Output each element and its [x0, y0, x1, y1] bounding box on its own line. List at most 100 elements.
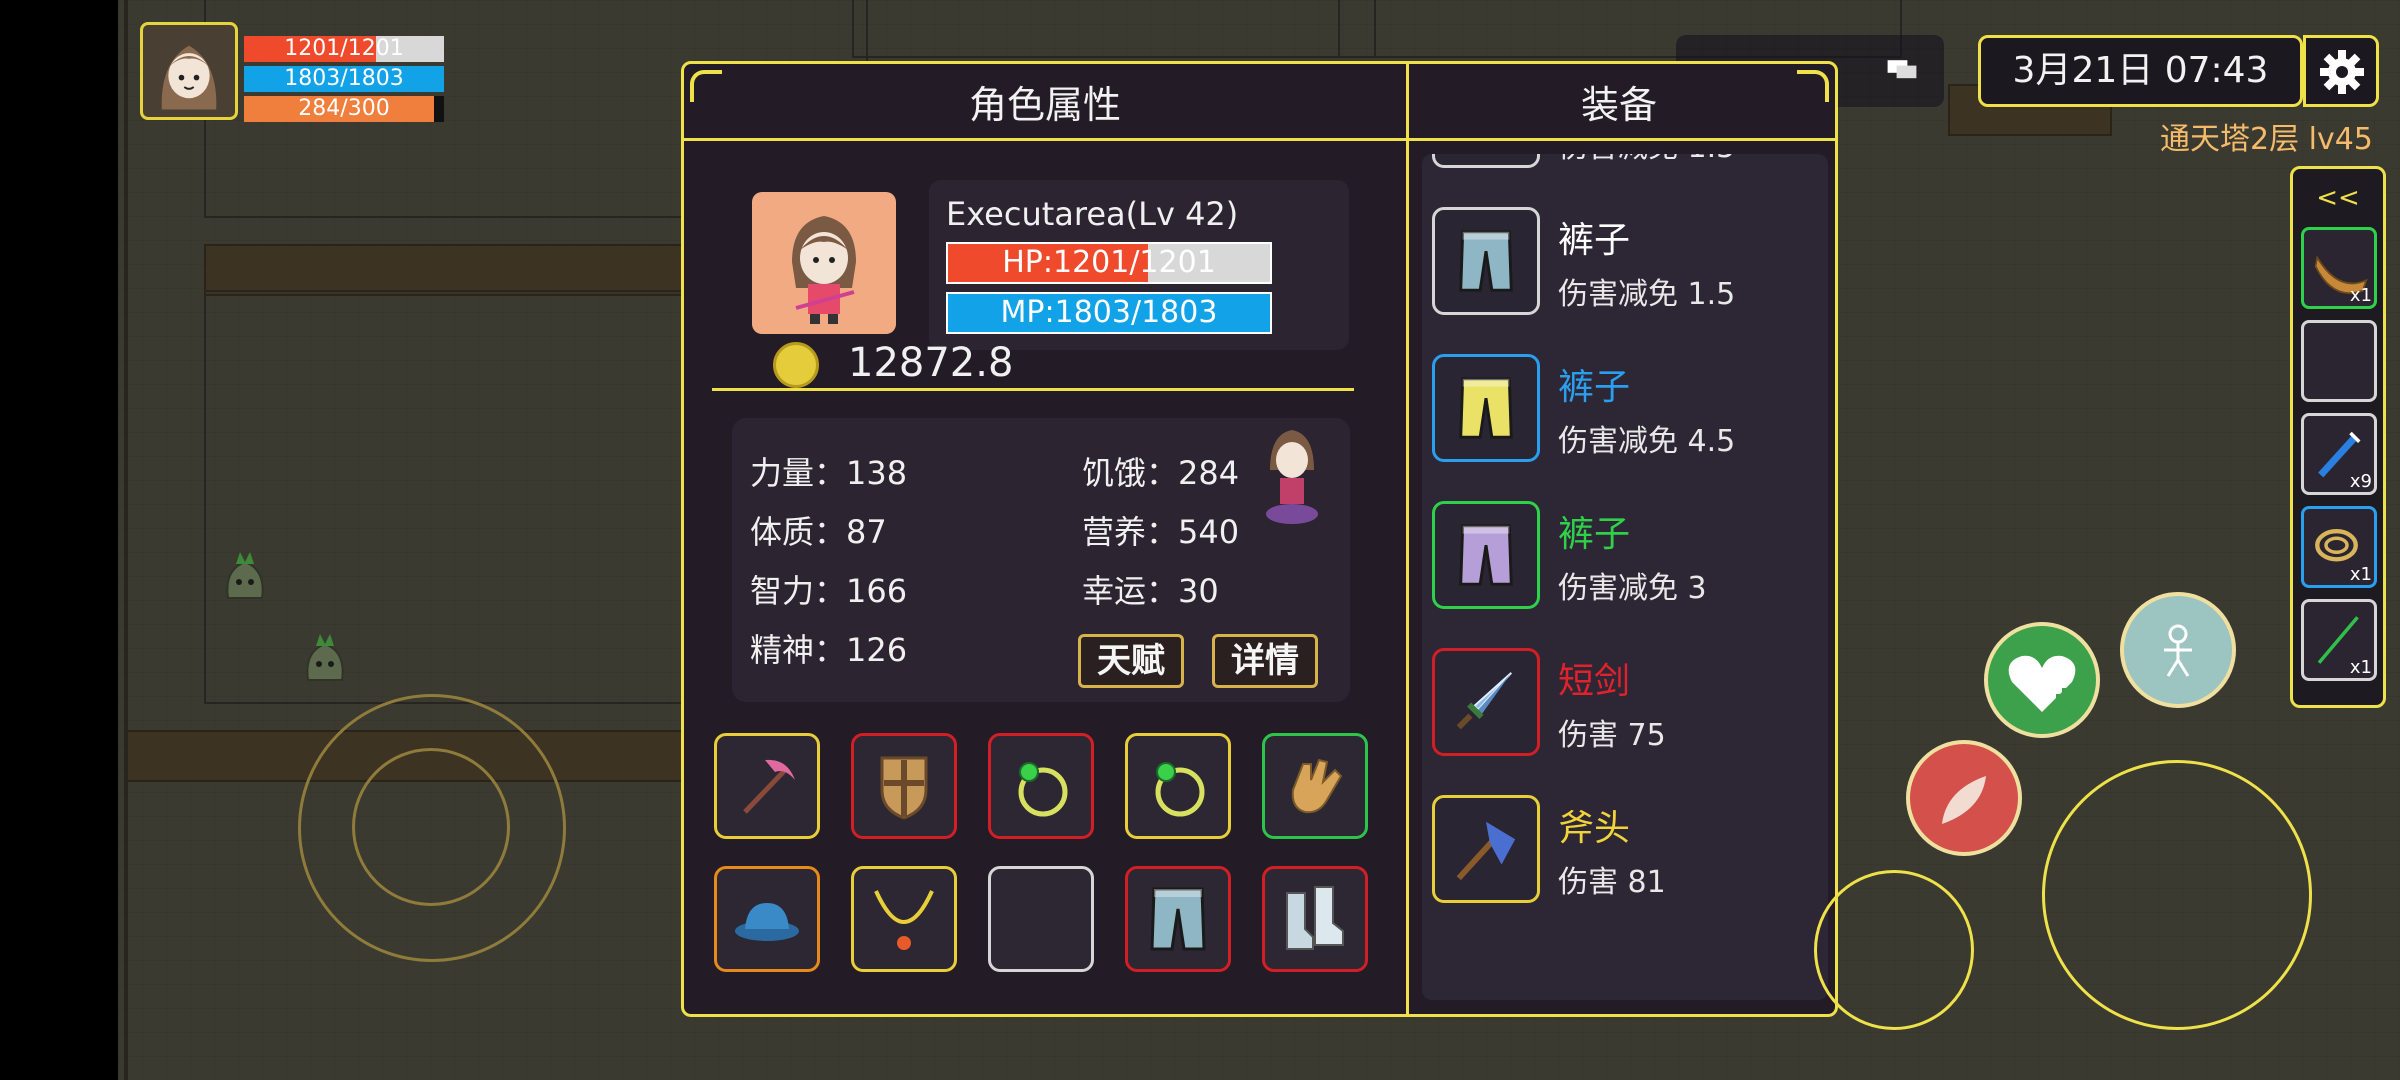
- stat-constitution: 体质：87: [750, 513, 887, 551]
- hud-mp-text: 1803/1803: [284, 66, 404, 91]
- equipment-title: 装备: [1580, 83, 1657, 127]
- boots-icon: [1286, 886, 1344, 950]
- stat-nutrition: 营养：540: [1082, 513, 1240, 551]
- equipment-stat: 伤害减免 1.5: [1558, 277, 1736, 312]
- talent-button[interactable]: 天赋: [1078, 634, 1184, 688]
- stat-strength: 力量：138: [750, 454, 908, 492]
- hud-hunger-bar: 284/300: [244, 96, 444, 122]
- equipment-list-item[interactable]: 裤子伤害减免 3: [1432, 483, 1822, 613]
- settings-button[interactable]: [2303, 35, 2379, 107]
- equipment-list-item[interactable]: 裤子伤害减免 4.5: [1432, 336, 1822, 466]
- glove-icon: [1291, 758, 1343, 814]
- equipment-item-frame: [1432, 648, 1540, 756]
- pants-icon: [1150, 887, 1206, 951]
- character-hp-text: HP:1201/1201: [1002, 245, 1216, 280]
- equipment-list-item[interactable]: 短剑 伤害 75: [1432, 630, 1822, 760]
- gold-coin-icon: [773, 342, 819, 388]
- stat-luck: 幸运：30: [1082, 572, 1219, 610]
- equipment-list[interactable]: 伤害减免 1.5裤子伤害减免 1.5裤子伤害减免 4.5裤子伤害减免 3短剑伤害…: [1422, 154, 1828, 1000]
- item-count: x1: [2349, 564, 2372, 585]
- pickaxe-icon: [743, 759, 795, 814]
- datetime-display: 3月21日 07:43: [1978, 35, 2303, 107]
- item-count: x9: [2349, 471, 2372, 492]
- map-left-border: [124, 0, 128, 1080]
- equipment-name: 裤子: [1558, 514, 1631, 555]
- attack-skill-button[interactable]: [1906, 740, 2022, 856]
- equip-slot-hat[interactable]: [714, 866, 820, 972]
- gear-icon: [2320, 50, 2364, 94]
- equipment-list-item[interactable]: 伤害减免 1.5: [1432, 154, 1822, 172]
- quick-slot-stick[interactable]: x1: [2301, 599, 2377, 681]
- player-avatar[interactable]: [140, 22, 238, 120]
- equipment-name: 裤子: [1558, 220, 1631, 261]
- stat-hunger: 饥饿：284: [1082, 454, 1240, 492]
- equip-slot-necklace[interactable]: [851, 866, 957, 972]
- ring-icon: [1018, 762, 1068, 817]
- pants-icon: [1459, 230, 1513, 292]
- equipment-list-item[interactable]: 斧头 伤害 81: [1432, 777, 1822, 907]
- equipment-stat: 伤害减免 3: [1558, 571, 1707, 606]
- equip-slot-pants[interactable]: [1125, 866, 1231, 972]
- equip-slot-empty-slot[interactable]: [988, 866, 1094, 972]
- axe-icon: [1456, 821, 1516, 881]
- player-character-icon: [161, 45, 217, 110]
- hud-hp-bar: 1201/1201: [244, 36, 444, 62]
- equipment-stat: 伤害 81: [1558, 865, 1666, 900]
- panel-divider: [1406, 64, 1409, 1014]
- sword-icon: [1456, 672, 1513, 730]
- stat-intelligence: 智力：166: [750, 572, 908, 610]
- quick-slot-potion[interactable]: x9: [2301, 413, 2377, 495]
- map-wall-strip: [204, 244, 708, 296]
- equipment-item-frame: [1432, 354, 1540, 462]
- necklace-icon: [874, 890, 934, 950]
- equipment-name: 裤子: [1558, 367, 1631, 408]
- chat-icon[interactable]: [1882, 53, 1922, 89]
- equip-slot-pickaxe[interactable]: [714, 733, 820, 839]
- floor-level-label: 通天塔2层 lv45: [2160, 122, 2373, 157]
- main-attack-button[interactable]: [2042, 760, 2312, 1030]
- equipment-stat: 伤害减免 1.5: [1558, 154, 1735, 166]
- character-sprite-icon: [1266, 430, 1318, 524]
- equip-slot-ring[interactable]: [988, 733, 1094, 839]
- pants-icon: [1459, 377, 1513, 439]
- hud-hp-text: 1201/1201: [284, 36, 404, 61]
- character-mp-bar: MP:1803/1803: [946, 292, 1272, 334]
- character-name: Executarea(Lv 42): [946, 195, 1239, 233]
- heart-plus-icon: [2008, 655, 2076, 712]
- quick-slot-empty-slot[interactable]: [2301, 320, 2377, 402]
- quick-slot-horn[interactable]: x1: [2301, 227, 2377, 309]
- shield-icon: [880, 756, 928, 820]
- equipment-item-frame: [1432, 501, 1540, 609]
- stat-spirit: 精神：126: [750, 631, 908, 669]
- hud-hunger-text: 284/300: [298, 96, 390, 121]
- character-mp-text: MP:1803/1803: [1000, 295, 1218, 330]
- equip-slot-shield[interactable]: [851, 733, 957, 839]
- panel-header-divider: [684, 138, 1835, 141]
- equipment-list-item[interactable]: 裤子伤害减免 1.5: [1432, 189, 1822, 319]
- gold-underline: [712, 388, 1354, 391]
- secondary-attack-button[interactable]: [1814, 870, 1974, 1030]
- slime-enemy[interactable]: [302, 630, 348, 682]
- heal-skill-button[interactable]: [1984, 622, 2100, 738]
- equip-slot-boots[interactable]: [1262, 866, 1368, 972]
- item-count: x1: [2349, 285, 2372, 306]
- character-hp-bar: HP:1201/1201: [946, 242, 1272, 284]
- person-icon: [2164, 624, 2192, 677]
- joystick-knob[interactable]: [352, 748, 510, 906]
- equipment-name: 短剑: [1558, 661, 1631, 702]
- item-count: x1: [2349, 657, 2372, 678]
- equipment-stat: 伤害减免 4.5: [1558, 424, 1736, 459]
- attributes-title: 角色属性: [968, 83, 1121, 127]
- slime-enemy[interactable]: [222, 548, 268, 600]
- details-button[interactable]: 详情: [1212, 634, 1318, 688]
- equip-slot-glove[interactable]: [1262, 733, 1368, 839]
- quick-item-bar: << x1 x9 x1 x1: [2290, 166, 2386, 708]
- quick-slot-rope[interactable]: x1: [2301, 506, 2377, 588]
- character-portrait: [752, 192, 896, 334]
- hud-mp-bar: 1803/1803: [244, 66, 444, 92]
- equipment-item-frame: [1432, 154, 1540, 168]
- interact-button[interactable]: [2120, 592, 2236, 708]
- collapse-button[interactable]: <<: [2293, 183, 2383, 213]
- equip-slot-ring[interactable]: [1125, 733, 1231, 839]
- feather-icon: [1942, 776, 1986, 824]
